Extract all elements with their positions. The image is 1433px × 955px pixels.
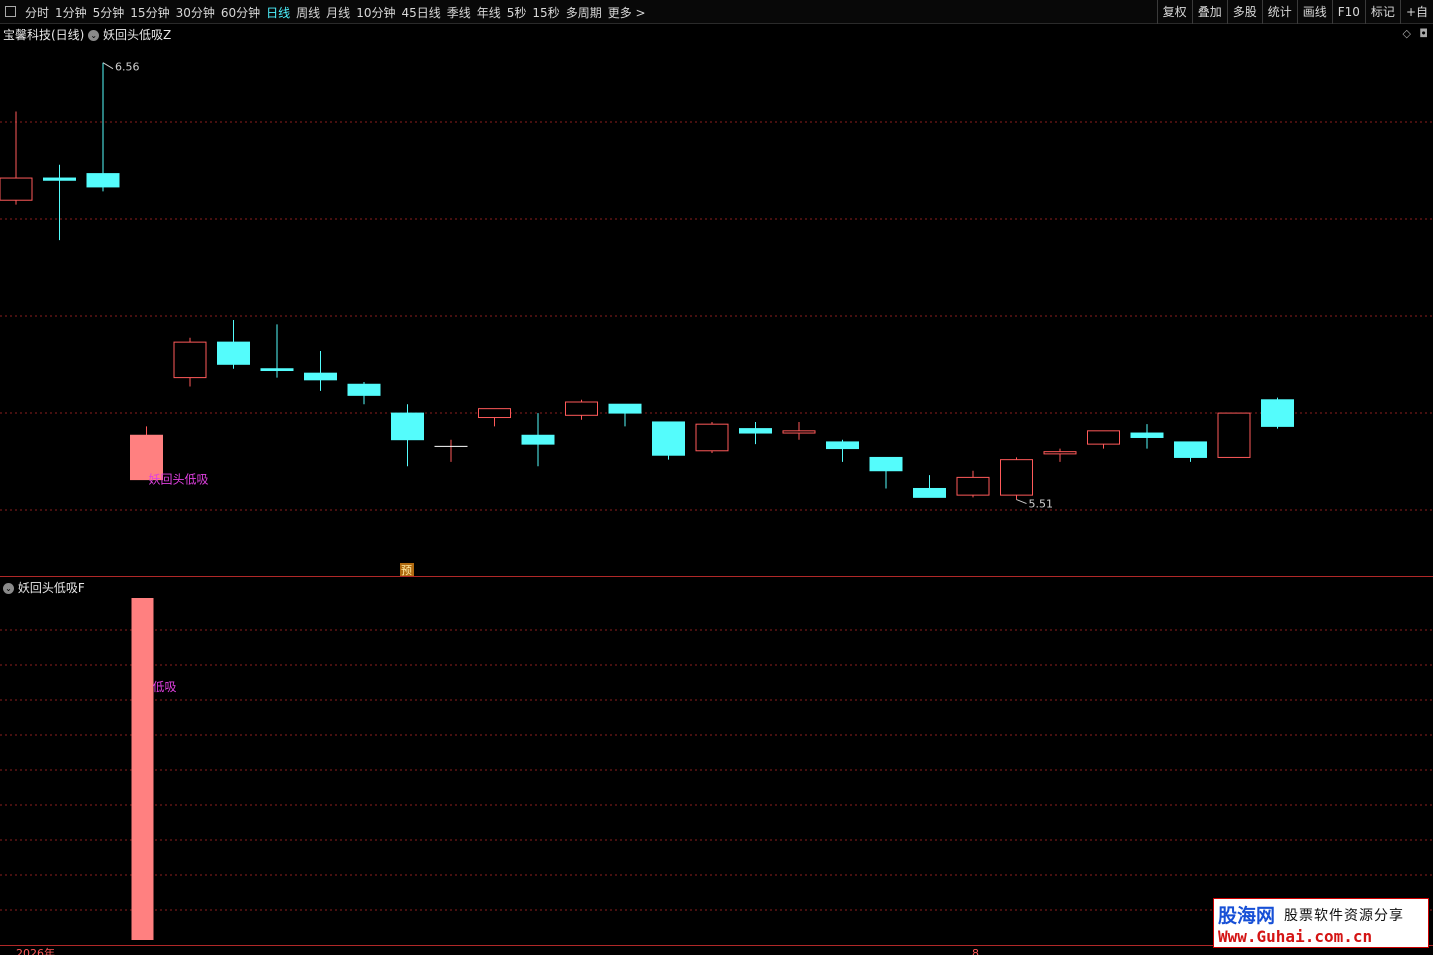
candle-body <box>217 341 250 365</box>
forecast-badge: 预 <box>401 564 412 577</box>
candle-body <box>1174 441 1207 458</box>
candle-body <box>521 434 555 445</box>
candle-body <box>173 341 207 379</box>
low-pointer <box>1016 499 1027 505</box>
candle-body <box>782 430 816 434</box>
candle-body <box>86 173 120 188</box>
candle-body <box>739 428 772 434</box>
candle-body <box>1087 430 1120 445</box>
signal-bar <box>131 598 154 940</box>
candle-body <box>913 487 946 498</box>
candle-body <box>956 476 990 496</box>
candle-body <box>43 177 76 181</box>
watermark-url: Www.Guhai.com.cn <box>1218 927 1373 946</box>
high-price-label: 6.56 <box>115 61 140 74</box>
watermark-brand: 股海网 <box>1218 905 1276 927</box>
candle-body <box>608 403 642 414</box>
candle-body <box>260 368 294 372</box>
candle-body <box>565 401 598 416</box>
kline-chart[interactable]: 6.56 5.51 妖回头低吸预低吸 2026年 8 <box>0 0 1433 955</box>
month-label: 8 <box>972 947 979 955</box>
candle-body <box>304 372 337 381</box>
year-label: 2026年 <box>16 946 55 955</box>
candle-body <box>695 423 729 452</box>
candle-body <box>391 412 424 441</box>
watermark-slogan: 股票软件资源分享 <box>1284 908 1404 924</box>
candle-body <box>652 421 685 456</box>
candle-body <box>0 177 33 201</box>
low-price-label: 5.51 <box>1029 498 1054 511</box>
candle-body <box>869 456 903 472</box>
candle-body <box>1000 459 1033 496</box>
candle-body <box>1043 451 1077 455</box>
candle-body <box>478 408 511 419</box>
candle-body <box>347 383 381 396</box>
signal-label-sub: 低吸 <box>153 680 177 694</box>
candle-body <box>1130 432 1164 438</box>
high-pointer <box>102 62 114 70</box>
candle-body <box>826 441 859 450</box>
signal-label-main: 妖回头低吸 <box>149 473 209 487</box>
candle-body <box>1261 399 1294 427</box>
watermark: 股海网 股票软件资源分享 Www.Guhai.com.cn <box>1213 898 1429 948</box>
candle-body <box>1217 412 1251 458</box>
